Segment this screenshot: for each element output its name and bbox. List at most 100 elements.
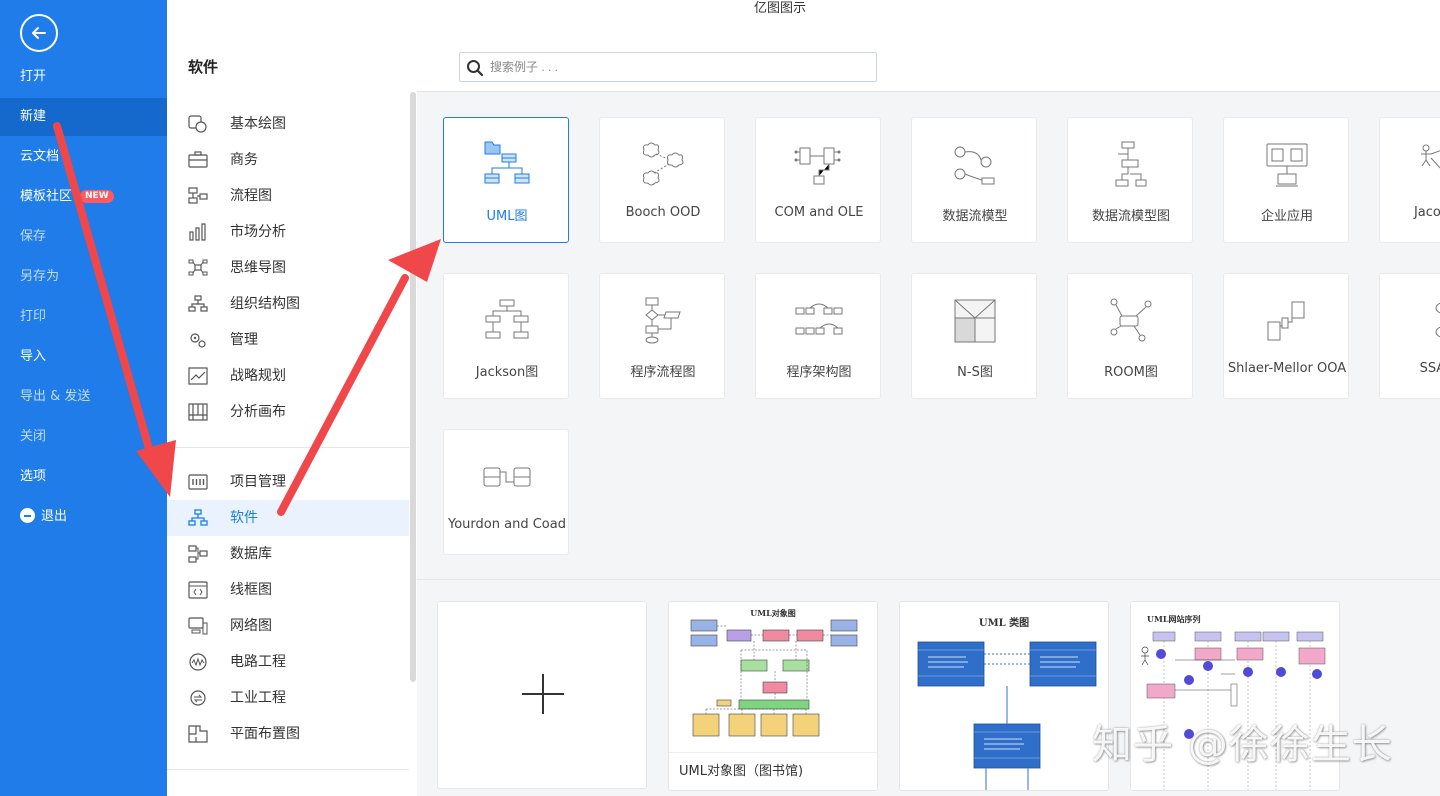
dataflow-diagram-icon — [1115, 141, 1147, 187]
cloud-shapes-icon — [643, 142, 684, 186]
tile-dataflow-diagram[interactable]: 数据流模型图 — [1067, 117, 1193, 243]
nav-new[interactable]: 新建 — [0, 98, 167, 136]
tile-ssadm[interactable]: SSADM — [1379, 273, 1440, 399]
category-flowchart[interactable]: 流程图 — [167, 178, 409, 214]
category-project-management[interactable]: 项目管理 — [167, 464, 409, 500]
enterprise-app-icon — [1266, 143, 1308, 187]
category-basic-drawing[interactable]: 基本绘图 — [167, 106, 409, 142]
nav-close[interactable]: 关闭 — [0, 418, 167, 456]
category-org-chart[interactable]: 组织结构图 — [167, 286, 409, 322]
tile-booch-ood[interactable]: Booch OOD — [599, 117, 725, 243]
nav-import[interactable]: 导入 — [0, 338, 167, 376]
project-icon — [188, 474, 208, 490]
tile-label: Shlaer-Mellor OOA — [1227, 361, 1347, 376]
nav-export-send[interactable]: 导出 & 发送 — [0, 378, 167, 416]
gears-icon — [190, 333, 206, 348]
plus-icon — [522, 674, 564, 714]
search-box[interactable] — [459, 52, 877, 82]
back-button[interactable] — [20, 14, 58, 52]
tile-room[interactable]: ROOM图 — [1067, 273, 1193, 399]
network-icon — [188, 617, 208, 635]
search-input[interactable] — [490, 57, 870, 77]
tile-label: Jackson图 — [475, 365, 539, 380]
watermark: 知乎 @徐徐生长 — [1092, 722, 1393, 768]
category-strategy[interactable]: 战略规划 — [167, 358, 409, 394]
industrial-icon — [190, 690, 206, 706]
category-scrollbar[interactable] — [410, 92, 416, 682]
category-separator — [167, 769, 409, 770]
exit-icon — [20, 508, 35, 523]
category-management[interactable]: 管理 — [167, 322, 409, 358]
tile-jacobson[interactable]: Jacobson — [1379, 117, 1440, 243]
floorplan-icon — [188, 725, 208, 743]
nav-options[interactable]: 选项 — [0, 458, 167, 496]
tile-label: N-S图 — [957, 365, 993, 380]
yourdon-coad-icon — [483, 467, 531, 487]
category-wireframe[interactable]: 线框图 — [167, 572, 409, 608]
tile-label: ROOM图 — [1104, 365, 1158, 380]
tile-enterprise-app[interactable]: 企业应用 — [1223, 117, 1349, 243]
program-flowchart-icon — [645, 297, 681, 344]
tile-program-architecture[interactable]: 程序架构图 — [755, 273, 881, 399]
bar-chart-icon — [189, 223, 206, 241]
tile-ns-diagram[interactable]: N-S图 — [911, 273, 1037, 399]
tile-label: Jacobson — [1413, 205, 1440, 220]
category-market-analysis[interactable]: 市场分析 — [167, 214, 409, 250]
category-separator — [167, 447, 409, 448]
tile-label: 程序流程图 — [630, 365, 696, 380]
tile-yourdon-coad[interactable]: Yourdon and Coad — [443, 429, 569, 555]
template-card-uml-object[interactable]: UML对象图 UML对象图（图书馆) — [668, 601, 878, 791]
category-floorplan[interactable]: 平面布置图 — [167, 716, 409, 752]
nav-exit[interactable]: 退出 — [0, 498, 167, 536]
nav-template-community[interactable]: 模板社区 NEW — [0, 178, 167, 216]
arrow-left-icon — [32, 27, 46, 39]
tile-uml[interactable]: UML图 — [443, 117, 569, 243]
tile-com-ole[interactable]: COM and OLE — [755, 117, 881, 243]
line-chart-icon — [188, 367, 208, 385]
org-chart-icon — [188, 295, 208, 312]
section-divider — [417, 579, 1440, 580]
nav-print[interactable]: 打印 — [0, 298, 167, 336]
canvas-grid-icon — [188, 403, 208, 421]
flowchart-icon — [188, 187, 208, 204]
nav-save[interactable]: 保存 — [0, 218, 167, 256]
tile-shlaer-mellor[interactable]: Shlaer-Mellor OOA — [1223, 273, 1349, 399]
ssadm-icon — [1435, 302, 1440, 338]
basic-drawing-icon — [188, 115, 207, 133]
tile-dataflow-model[interactable]: 数据流模型 — [911, 117, 1037, 243]
tile-jackson[interactable]: Jackson图 — [443, 273, 569, 399]
uml-class-thumbnail — [917, 641, 1097, 790]
template-card-uml-class[interactable]: UML 类图 — [899, 601, 1109, 791]
tile-label: Booch OOD — [625, 205, 701, 220]
briefcase-icon — [188, 151, 208, 168]
template-caption: UML对象图（图书馆) — [669, 752, 877, 790]
wireframe-icon — [188, 581, 208, 599]
category-business[interactable]: 商务 — [167, 142, 409, 178]
category-analysis-canvas[interactable]: 分析画布 — [167, 394, 409, 430]
category-network[interactable]: 网络图 — [167, 608, 409, 644]
nav-save-as[interactable]: 另存为 — [0, 258, 167, 296]
nav-open[interactable]: 打开 — [0, 58, 167, 96]
mindmap-icon — [188, 259, 208, 276]
tile-label: UML图 — [486, 209, 528, 224]
tile-label: 程序架构图 — [786, 365, 852, 380]
database-icon — [188, 545, 208, 563]
tile-label: COM and OLE — [774, 205, 864, 220]
shlaer-mellor-icon — [1267, 301, 1305, 341]
circuit-icon — [189, 653, 207, 671]
uml-diagram-icon — [484, 141, 530, 184]
category-database[interactable]: 数据库 — [167, 536, 409, 572]
nav-cloud-docs[interactable]: 云文档 — [0, 138, 167, 176]
new-badge: NEW — [80, 190, 114, 203]
program-architecture-icon — [795, 303, 843, 335]
category-industrial[interactable]: 工业工程 — [167, 680, 409, 716]
new-blank-card[interactable] — [437, 601, 647, 789]
search-icon — [467, 60, 484, 77]
app-title: 亿图图示 — [753, 1, 806, 16]
room-diagram-icon — [1110, 298, 1152, 342]
template-gallery: UML图 Booch OOD COM and OLE 数据流模型 数据流模型图 … — [417, 91, 1440, 796]
category-circuit[interactable]: 电路工程 — [167, 644, 409, 680]
tile-program-flowchart[interactable]: 程序流程图 — [599, 273, 725, 399]
category-mindmap[interactable]: 思维导图 — [167, 250, 409, 286]
category-software[interactable]: 软件 — [167, 500, 409, 536]
